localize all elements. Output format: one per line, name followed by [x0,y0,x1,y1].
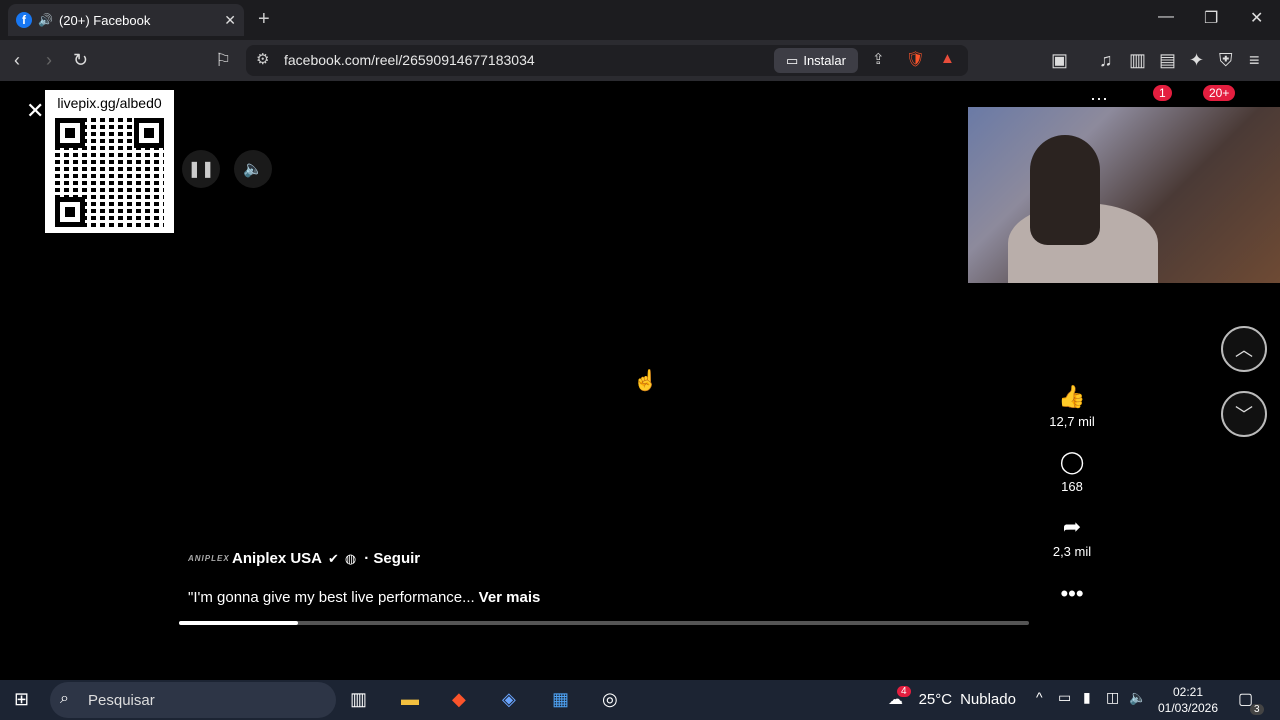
globe-icon: ◍ [344,550,357,566]
url-text: facebook.com/reel/26590914677183034 [284,52,535,68]
site-info-icon[interactable]: ⚙ [256,50,269,68]
notification-count: 3 [1250,704,1264,715]
wallet-icon[interactable]: ▤ [1159,50,1176,71]
leo-icon[interactable]: ✦ [1189,50,1204,71]
facebook-icon: f [16,12,32,28]
qr-code [55,118,164,227]
windows-taskbar: ⊞ ⌕ Pesquisar ▥ ▬ ◆ ◈ ▦ ◎ ☁ 4 25°C Nubla… [0,680,1280,720]
volume-tray-icon[interactable]: 🔈 [1129,689,1146,706]
bookmark-icon[interactable]: ⚐ [215,50,231,71]
more-icon: ••• [1060,581,1084,606]
install-button[interactable]: ▭ Instalar [774,48,858,73]
network-icon[interactable]: ▭ [1058,689,1071,706]
reload-icon[interactable]: ↻ [73,50,88,71]
file-explorer-icon[interactable]: ▬ [401,689,419,710]
tab-title: (20+) Facebook [58,12,151,28]
chevron-up-icon: ︿ [1235,340,1253,360]
brave-icon[interactable]: ◆ [452,689,466,710]
pause-button[interactable]: ❚❚ [182,150,220,188]
media-icon[interactable]: ♫ [1099,50,1113,71]
like-icon: 👍 [1058,384,1086,409]
sidebar-icon[interactable]: ▥ [1129,50,1146,71]
see-more-link[interactable]: Ver mais [479,589,541,606]
volume-button[interactable]: 🔈 [234,150,272,188]
forward-icon[interactable]: › [46,50,52,71]
follow-link[interactable]: · Seguir [364,550,420,567]
notification-badge: 20+ [1203,85,1236,101]
share-icon[interactable]: ⇪ [872,50,885,68]
weather-widget[interactable]: ☁ 4 25°C Nublado [888,685,1016,708]
browser-toolbar: ‹ › ↻ ⚐ ⚙ facebook.com/reel/265909146771… [0,40,1280,81]
video-progress-bar[interactable] [179,621,1029,625]
verified-icon: ✔ [328,550,339,566]
vpn-icon[interactable]: ⛨ [1219,50,1233,71]
windows-icon[interactable]: ⊞ [14,689,29,710]
qr-overlay: livepix.gg/albed0 [45,90,174,233]
time: 02:21 [1172,685,1204,699]
meet-icon[interactable]: ◫ [1106,689,1119,706]
chevron-up-icon[interactable]: ^ [1036,689,1043,705]
comment-button[interactable]: ◯ 168 [1040,449,1104,494]
back-icon[interactable]: ‹ [14,50,20,71]
obs-icon[interactable]: ◎ [602,689,618,710]
close-reel-icon[interactable]: ✕ [26,98,44,124]
date: 01/03/2026 [1157,701,1219,715]
search-placeholder: Pesquisar [88,692,155,709]
restore-icon[interactable]: ❐ [1204,8,1218,28]
install-icon: ▭ [786,52,799,68]
like-button[interactable]: 👍 12,7 mil [1040,384,1104,429]
minimize-icon[interactable]: — [1158,8,1174,26]
reader-icon[interactable]: ▣ [1051,50,1068,71]
comment-icon: ◯ [1059,449,1085,474]
reel-viewer[interactable]: ✕ livepix.gg/albed0 ❚❚ 🔈 ⋯ 1 20+ ︿ ﹀ 👍 1… [0,81,1280,680]
window-close-icon[interactable]: ✕ [1250,8,1263,28]
mouse-cursor: ☝ [633,370,658,392]
tab-bar: f 🔊 (20+) Facebook ✕ + — ❐ ✕ [0,0,1280,40]
brave-rewards-icon[interactable]: ▲ [940,50,955,67]
temperature: 25°C [918,690,953,708]
messenger-badge: 1 [1153,85,1172,101]
plus-icon[interactable]: + [258,8,270,31]
tab-facebook[interactable]: f 🔊 (20+) Facebook ✕ [8,4,244,36]
pause-icon: ❚❚ [187,161,215,178]
speaker-icon[interactable]: 🔊 [38,13,53,27]
comment-count: 168 [1061,479,1083,494]
more-button[interactable]: ••• [1040,581,1104,609]
address-bar[interactable]: ⚙ facebook.com/reel/26590914677183034 ▭ … [246,45,968,76]
author-name[interactable]: Aniplex USA [232,550,322,567]
like-count: 12,7 mil [1049,414,1095,429]
previous-reel-button[interactable]: ︿ [1221,326,1267,372]
qr-label: livepix.gg/albed0 [57,95,162,111]
search-icon: ⌕ [60,690,69,707]
reel-author: ANIPLEX Aniplex USA ✔ ◍ · Seguir [188,550,420,567]
next-reel-button[interactable]: ﹀ [1221,391,1267,437]
progress-fill [179,621,298,625]
volume-icon: 🔈 [243,161,263,178]
battery-icon[interactable]: ▮ [1083,689,1091,706]
store-icon[interactable]: ▦ [552,689,569,710]
share-reel-icon: ➦ [1062,514,1082,539]
brave-shield-icon[interactable]: 🛡 [906,50,925,68]
chevron-down-icon: ﹀ [1235,405,1253,425]
share-count: 2,3 mil [1052,544,1092,559]
author-avatar[interactable]: ANIPLEX [188,554,229,563]
close-icon[interactable]: ✕ [224,12,236,29]
weather-condition: Nublado [960,690,1016,708]
menu-icon[interactable]: ≡ [1249,50,1260,71]
taskbar-search[interactable]: ⌕ Pesquisar [50,682,336,718]
caption-text: "I'm gonna give my best live performance… [188,589,475,606]
copilot-icon[interactable]: ◈ [502,689,516,710]
weather-badge: 4 [897,685,911,697]
clock[interactable]: 02:21 01/03/2026 [1152,684,1224,716]
task-view-icon[interactable]: ▥ [350,689,367,710]
reel-caption: "I'm gonna give my best live performance… [188,589,540,606]
share-button[interactable]: ➦ 2,3 mil [1040,514,1104,559]
webcam-overlay [968,107,1280,283]
